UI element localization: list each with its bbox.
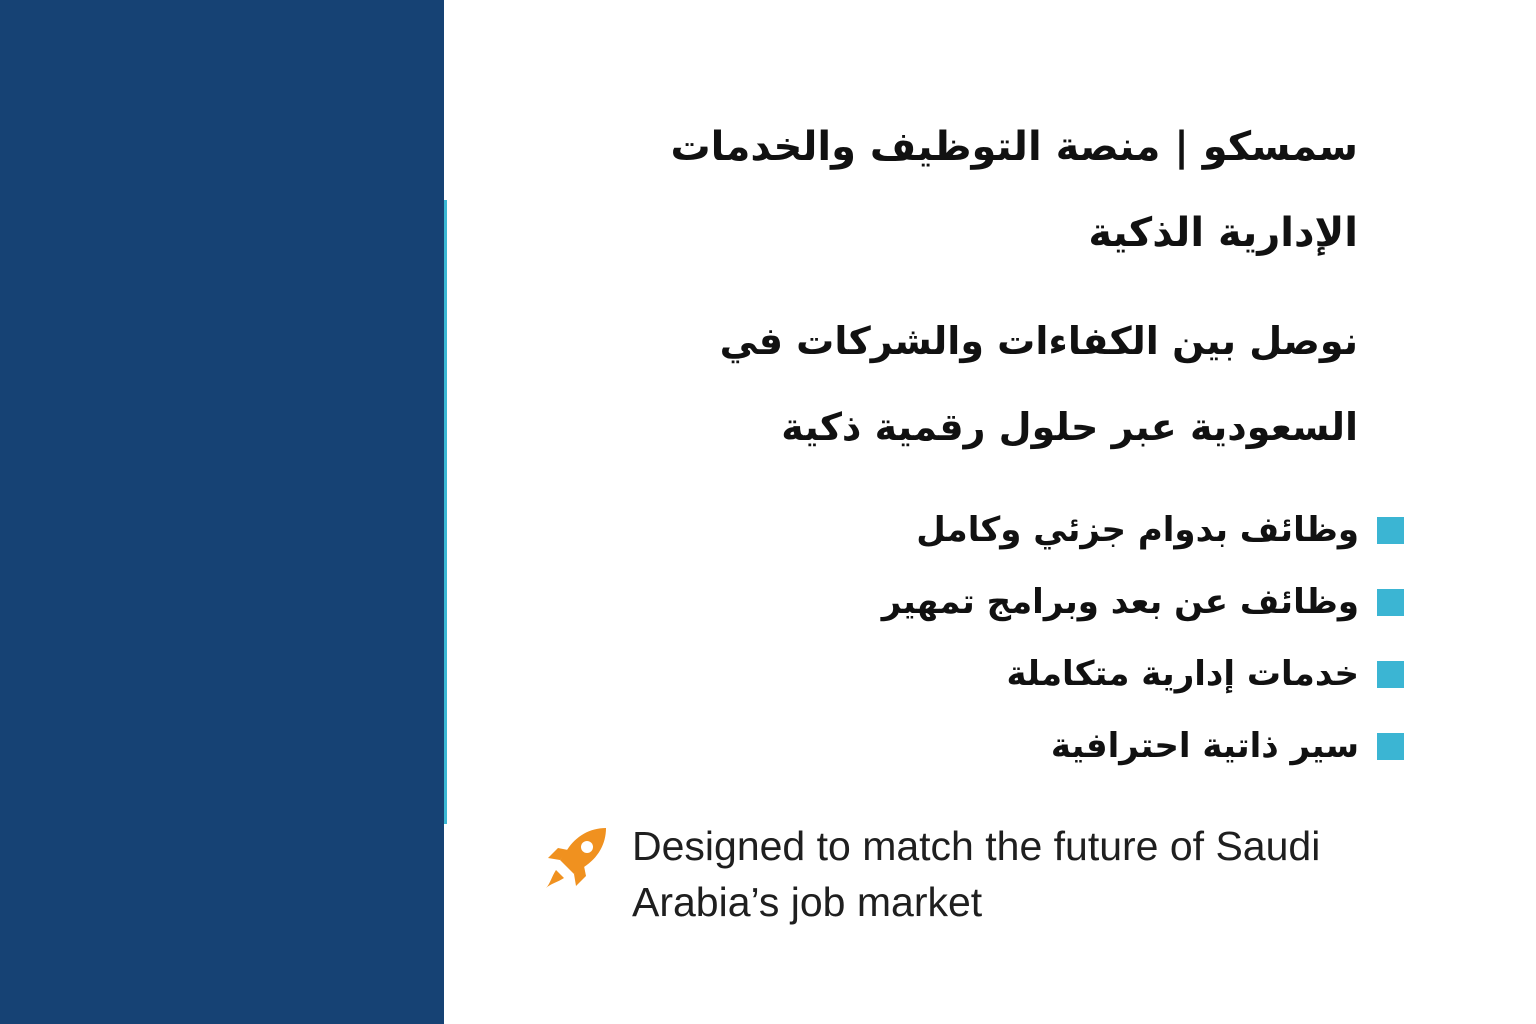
page: سمسكو | منصة التوظيف والخدمات الإدارية ا… <box>0 0 1536 1024</box>
page-subtitle: نوصل بين الكفاءات والشركات في السعودية ع… <box>719 319 1358 449</box>
page-title: سمسكو | منصة التوظيف والخدمات الإدارية ا… <box>670 124 1358 256</box>
footer-text: Designed to match the future of Saudi Ar… <box>632 823 1321 925</box>
square-bullet-icon <box>1377 660 1404 688</box>
main-content: سمسكو | منصة التوظيف والخدمات الإدارية ا… <box>598 104 1358 470</box>
side-accent-line <box>444 200 447 824</box>
feature-list: وظائف بدوام جزئي وكامل وظائف عن بعد وبرا… <box>704 494 1404 782</box>
feature-item: خدمات إدارية متكاملة <box>704 638 1404 710</box>
square-bullet-icon <box>1377 516 1404 544</box>
side-panel <box>0 0 444 1024</box>
square-bullet-icon <box>1377 732 1404 760</box>
feature-item: وظائف بدوام جزئي وكامل <box>704 494 1404 566</box>
rocket-icon <box>546 828 606 888</box>
feature-label: سير ذاتية احترافية <box>1050 726 1359 766</box>
feature-label: وظائف عن بعد وبرامج تمهير <box>881 582 1359 622</box>
feature-item: سير ذاتية احترافية <box>704 710 1404 782</box>
feature-label: خدمات إدارية متكاملة <box>1006 654 1359 694</box>
square-bullet-icon <box>1377 588 1404 616</box>
footer-note: Designed to match the future of Saudi Ar… <box>540 818 1340 930</box>
feature-item: وظائف عن بعد وبرامج تمهير <box>704 566 1404 638</box>
feature-label: وظائف بدوام جزئي وكامل <box>916 510 1359 550</box>
